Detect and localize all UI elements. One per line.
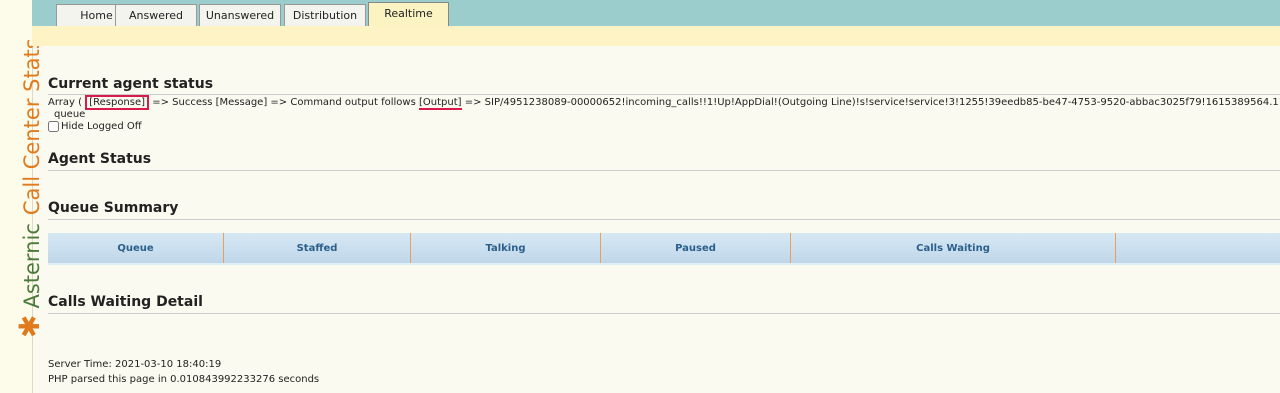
hide-logged-off-row: Hide Logged Off [48,121,142,132]
tab-realtime[interactable]: Realtime [368,2,449,27]
current-agent-status-heading: Current agent status [48,76,214,92]
tab-bar: Home Answered Unanswered Distribution Re… [32,0,1280,27]
asterisk-logo-icon: ✱ [13,314,46,338]
response-value: => Success [Message] => Command output f… [152,97,416,108]
brand-product: Call Center Stats [20,38,44,216]
array-output-text: Array ( [Response] => Success [Message] … [48,95,1280,110]
column-header-talking[interactable]: Talking [411,233,601,263]
brand-logo: ✱ Asternic Call Center Stats [13,38,46,338]
column-header-calls-waiting[interactable]: Calls Waiting [791,233,1116,263]
divider [48,94,1280,95]
divider [48,313,1280,314]
tab-answered[interactable]: Answered [115,4,197,26]
divider [48,219,1280,220]
hide-logged-off-label: Hide Logged Off [61,121,142,132]
brand-name: Asternic [20,223,44,309]
page-footer: Server Time: 2021-03-10 18:40:19 PHP par… [48,357,319,387]
sidebar: ✱ Asternic Call Center Stats [0,0,46,393]
queue-summary-table: Queue Staffed Talking Paused Calls Waiti… [48,233,1280,265]
output-key: [Output] [418,97,462,110]
queue-summary-table-header: Queue Staffed Talking Paused Calls Waiti… [48,233,1280,265]
queue-summary-heading: Queue Summary [48,200,179,216]
server-time: Server Time: 2021-03-10 18:40:19 [48,359,222,370]
array-prefix: Array ( [48,97,83,108]
hide-logged-off-checkbox[interactable] [48,121,59,132]
queue-label: queue [54,109,86,120]
subheader-bar [32,26,1280,46]
tab-unanswered[interactable]: Unanswered [199,4,281,26]
column-header-staffed[interactable]: Staffed [224,233,411,263]
tab-distribution[interactable]: Distribution [284,4,366,26]
divider [48,170,1280,171]
output-value: => SIP/4951238089-00000652!incoming_call… [464,97,1280,108]
calls-waiting-detail-heading: Calls Waiting Detail [48,294,203,310]
column-header-paused[interactable]: Paused [601,233,791,263]
column-header-extra [1116,233,1280,263]
parse-time: PHP parsed this page in 0.01084399223327… [48,374,320,385]
response-key: [Response] [85,95,150,110]
column-header-queue[interactable]: Queue [48,233,224,263]
agent-status-heading: Agent Status [48,151,152,167]
